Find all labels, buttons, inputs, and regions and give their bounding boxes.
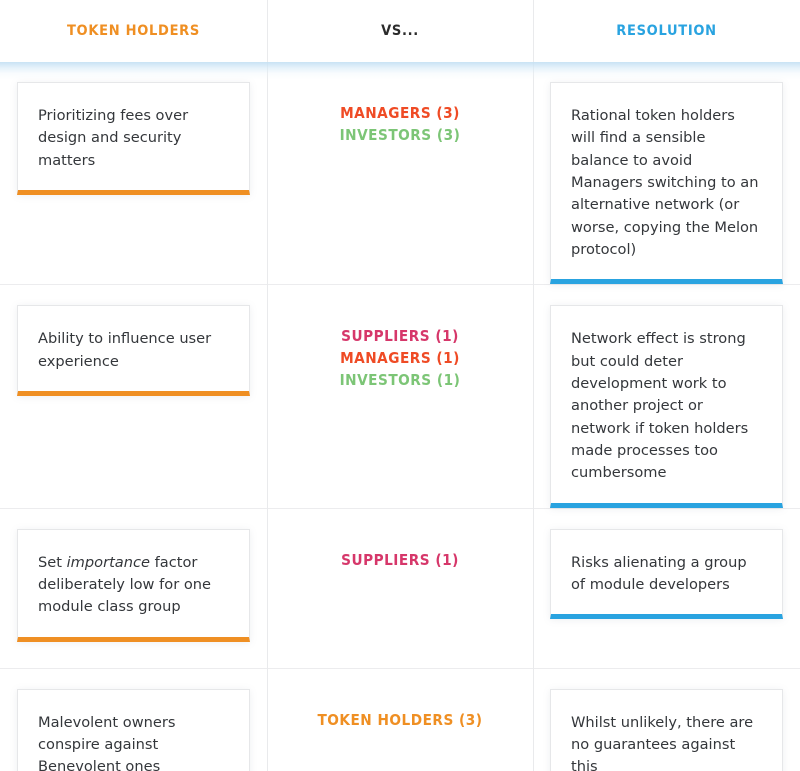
concern-card: Set importance factor deliberately low f…	[17, 528, 250, 642]
concern-card: Malevolent owners conspire against Benev…	[17, 688, 250, 771]
cell-opposition: Suppliers (1)	[267, 508, 533, 669]
opposition-actor-suppliers: Suppliers (1)	[341, 327, 459, 346]
column-header-vs: vs...	[267, 0, 533, 62]
cell-resolution: Rational token holders will find a sensi…	[533, 62, 800, 286]
opposition-actor-investors: Investors (3)	[339, 126, 461, 145]
table-row: Malevolent owners conspire against Benev…	[0, 668, 800, 771]
resolution-card: Whilst unlikely, there are no guarantees…	[550, 688, 783, 771]
concern-text: Malevolent owners conspire against Benev…	[38, 713, 176, 771]
opposition-actor-managers: Managers (1)	[340, 349, 460, 368]
column-header-label: Token Holders	[66, 23, 201, 39]
opposition-actor-managers: Managers (3)	[340, 104, 460, 122]
column-header-resolution: Resolution	[533, 0, 800, 62]
concern-emphasis: importance	[66, 553, 150, 571]
table-body: Prioritizing fees over design and securi…	[0, 62, 800, 771]
cell-opposition: Token Holders (3)	[267, 668, 533, 771]
concern-text: Ability to influence user experience	[38, 330, 212, 370]
cell-opposition: Suppliers (1) Managers (1) Investors (1)	[267, 285, 533, 509]
resolution-card: Rational token holders will find a sensi…	[550, 82, 783, 285]
concern-card: Ability to influence user experience	[17, 305, 250, 396]
concern-text: Set	[38, 553, 67, 571]
cell-resolution: Risks alienating a group of module devel…	[533, 508, 800, 669]
cell-resolution: Network effect is strong but could deter…	[533, 285, 800, 509]
concern-text: Prioritizing fees over design and securi…	[38, 107, 189, 169]
column-header-token-holders: Token Holders	[0, 0, 267, 62]
concern-card: Prioritizing fees over design and securi…	[17, 82, 250, 195]
column-header-label: vs...	[381, 23, 419, 39]
opposition-actor-investors: Investors (1)	[339, 371, 461, 390]
resolution-card: Risks alienating a group of module devel…	[550, 528, 783, 620]
cell-token-holders-concern: Prioritizing fees over design and securi…	[0, 62, 267, 284]
column-header-label: Resolution	[616, 23, 717, 39]
cell-opposition: Managers (3) Investors (3)	[267, 62, 533, 286]
cell-token-holders-concern: Set importance factor deliberately low f…	[0, 509, 267, 668]
cell-token-holders-concern: Ability to influence user experience	[0, 285, 267, 507]
table-header-row: Token Holders vs... Resolution	[0, 0, 800, 62]
opposition-actor-token-holders: Token Holders (3)	[317, 710, 483, 729]
opposition-list: Suppliers (1) Managers (1) Investors (1)	[267, 285, 533, 391]
comparison-table: Token Holders vs... Resolution Prioritiz…	[0, 0, 800, 771]
table-row: Set importance factor deliberately low f…	[0, 508, 800, 669]
opposition-list: Suppliers (1)	[267, 509, 533, 571]
opposition-actor-suppliers: Suppliers (1)	[341, 550, 459, 569]
opposition-list: Managers (3) Investors (3)	[267, 62, 533, 146]
cell-resolution: Whilst unlikely, there are no guarantees…	[533, 668, 800, 771]
cell-token-holders-concern: Malevolent owners conspire against Benev…	[0, 669, 267, 771]
table-row: Ability to influence user experience Supp…	[0, 285, 800, 509]
resolution-card: Network effect is strong but could deter…	[550, 305, 783, 508]
opposition-list: Token Holders (3)	[267, 669, 533, 731]
table-row: Prioritizing fees over design and securi…	[0, 62, 800, 286]
